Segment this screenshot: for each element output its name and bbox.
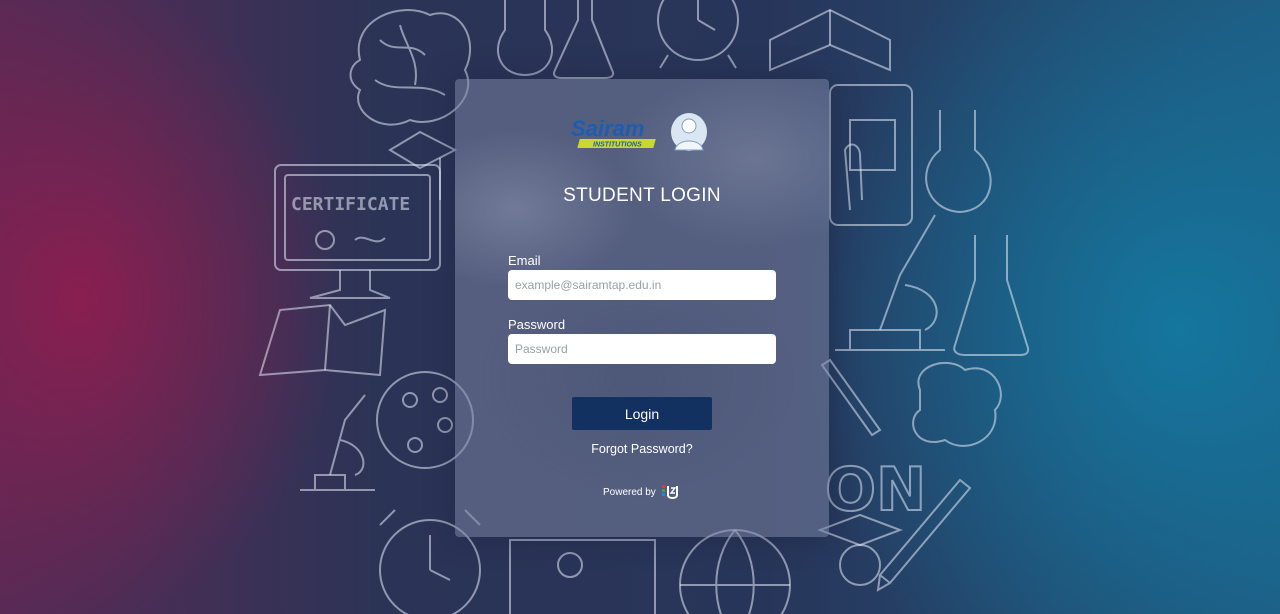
monitor-doodle-icon: [509, 539, 656, 614]
clock-doodle-icon: [657, 0, 739, 69]
globe-doodle-icon: [679, 529, 791, 614]
certificate-text: CERTIFICATE: [291, 194, 410, 215]
powered-by: Powered by: [603, 483, 680, 501]
sairam-logo: Sairam INSTITUTIONS: [571, 113, 707, 151]
microscope-left-doodle-icon: [300, 394, 375, 491]
forgot-password-link[interactable]: Forgot Password?: [455, 442, 829, 456]
microscope-right-doodle-icon: [835, 214, 945, 351]
powered-by-label: Powered by: [603, 486, 656, 498]
flask-doodle-icon: [496, 0, 615, 79]
page-title: STUDENT LOGIN: [563, 185, 721, 206]
email-label: Email: [508, 253, 541, 268]
password-label: Password: [508, 317, 566, 332]
conical-flask-doodle-icon: [953, 235, 1030, 356]
login-button[interactable]: Login: [572, 397, 712, 430]
round-flask-doodle-icon: [925, 110, 992, 214]
saint-portrait-icon: [671, 113, 707, 151]
graduate-doodle-icon: [817, 513, 903, 586]
brain-doodle-icon: [349, 9, 471, 126]
tablet-doodle-icon: [829, 84, 913, 226]
open-book-doodle-icon: [258, 303, 387, 377]
vendor-logo-icon: [661, 485, 678, 499]
brain-right-doodle-icon: [912, 361, 1002, 447]
logo-sub-text: INSTITUTIONS: [593, 142, 642, 149]
book-doodle-icon: [769, 8, 891, 72]
banner-text: ON: [825, 455, 926, 525]
password-field[interactable]: [508, 334, 776, 364]
certificate-monitor-doodle-icon: [274, 164, 441, 299]
login-card: Sairam INSTITUTIONS STUDENT LOGIN Email …: [455, 79, 829, 537]
logo-brand-text: Sairam: [571, 116, 644, 141]
email-field[interactable]: [508, 270, 776, 300]
